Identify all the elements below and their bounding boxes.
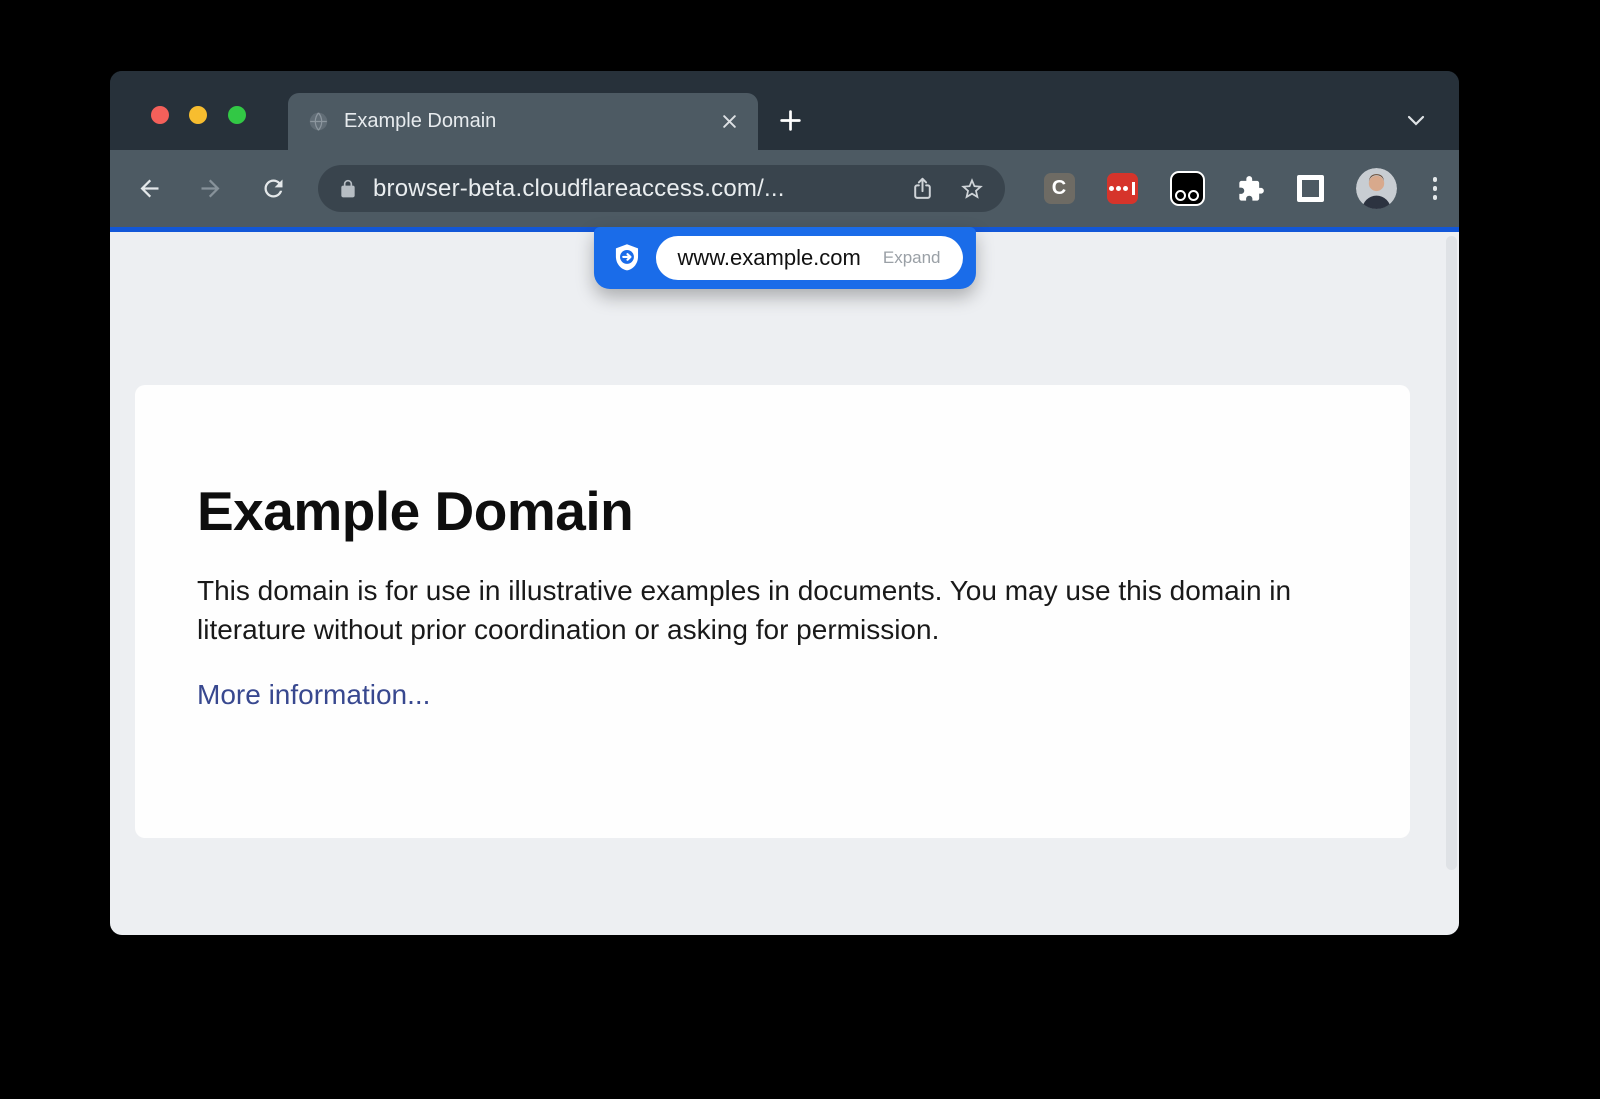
window-minimize-button[interactable]	[189, 106, 207, 124]
browser-menu-icon[interactable]	[1429, 173, 1442, 204]
scrollbar-track[interactable]	[1443, 232, 1459, 935]
profile-avatar[interactable]	[1356, 168, 1397, 209]
toolbar: browser-beta.cloudflareaccess.com/... C	[110, 150, 1459, 227]
window-zoom-button[interactable]	[228, 106, 246, 124]
tab-close-icon[interactable]	[721, 113, 738, 130]
globe-favicon-icon	[308, 111, 329, 132]
bookmark-star-icon[interactable]	[959, 176, 985, 202]
reload-button[interactable]	[260, 175, 287, 202]
page-heading: Example Domain	[197, 479, 1348, 543]
address-bar[interactable]: browser-beta.cloudflareaccess.com/...	[318, 165, 1005, 212]
oo-extension-icon[interactable]	[1170, 171, 1205, 206]
remote-browser-url-prompt[interactable]: www.example.com Expand	[593, 227, 975, 289]
prompt-expand-button[interactable]: Expand	[883, 248, 941, 268]
content-card: Example Domain This domain is for use in…	[135, 385, 1410, 838]
shield-arrow-icon	[610, 242, 642, 274]
page-paragraph: This domain is for use in illustrative e…	[197, 571, 1347, 649]
active-tab[interactable]: Example Domain	[288, 93, 758, 150]
screenshot-background: Example Domain	[0, 0, 1600, 1099]
side-panel-icon[interactable]	[1297, 175, 1324, 202]
more-information-link[interactable]: More information...	[197, 679, 430, 711]
scrollbar-thumb[interactable]	[1446, 236, 1457, 870]
tab-search-chevron-icon[interactable]	[1407, 115, 1425, 126]
back-button[interactable]	[136, 175, 163, 202]
prompt-domain-text: www.example.com	[677, 245, 860, 271]
page-viewport: www.example.com Expand Example Domain Th…	[110, 232, 1459, 935]
tab-title: Example Domain	[344, 110, 709, 133]
new-tab-button[interactable]	[778, 108, 803, 133]
prompt-domain-pill[interactable]: www.example.com Expand	[655, 236, 962, 280]
c-extension-icon[interactable]: C	[1044, 173, 1075, 204]
lock-icon[interactable]	[338, 179, 358, 199]
tab-strip: Example Domain	[110, 71, 1459, 150]
url-text: browser-beta.cloudflareaccess.com/...	[373, 175, 785, 203]
password-manager-extension-icon[interactable]	[1107, 173, 1138, 204]
window-close-button[interactable]	[151, 106, 169, 124]
share-icon[interactable]	[910, 176, 935, 201]
browser-window: Example Domain	[110, 71, 1459, 935]
extensions-puzzle-icon[interactable]	[1237, 175, 1265, 203]
extension-cluster: C	[1044, 150, 1442, 227]
forward-button[interactable]	[197, 175, 224, 202]
